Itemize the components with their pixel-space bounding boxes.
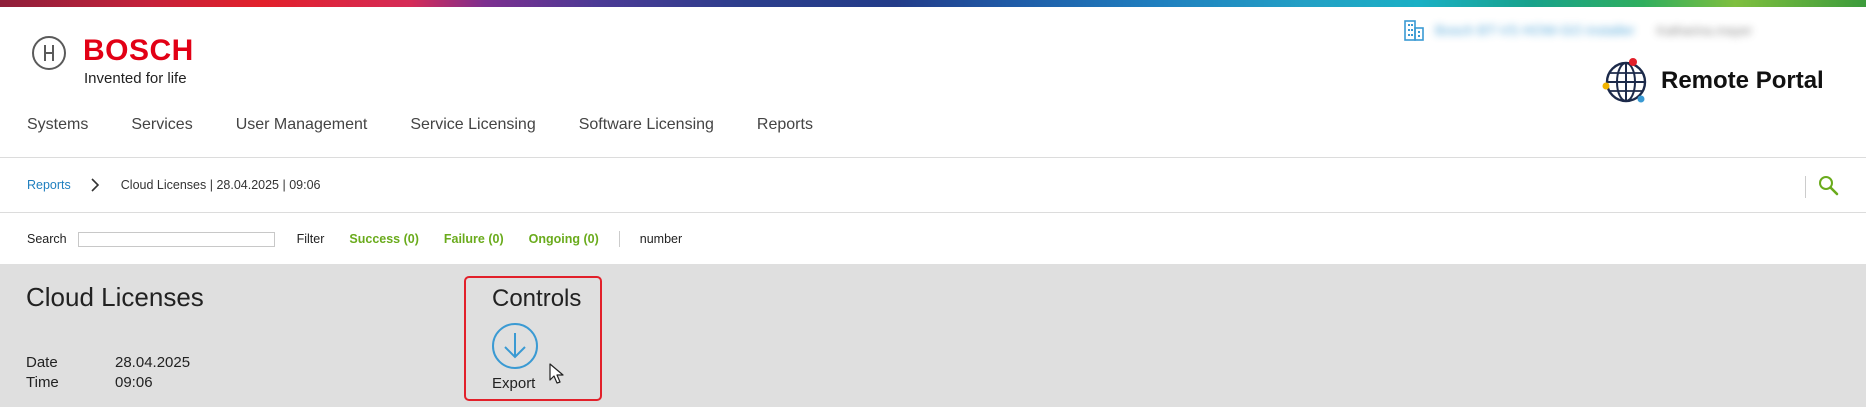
controls-highlight-box: Controls Export <box>464 276 602 401</box>
user-organization[interactable]: Bosch BT-VS HOW-GO installer <box>1435 22 1635 38</box>
logo-wordmark: BOSCH <box>83 34 194 67</box>
report-header-panel: Cloud Licenses Date 28.04.2025 Time 09:0… <box>0 264 1866 407</box>
globe-icon <box>1602 58 1647 103</box>
user-account-area[interactable]: Bosch BT-VS HOW-GO installer Katharina.m… <box>1403 16 1752 44</box>
report-title: Cloud Licenses <box>26 282 204 312</box>
breadcrumb: Reports Cloud Licenses | 28.04.2025 | 09… <box>27 177 320 193</box>
search-input[interactable] <box>77 231 275 247</box>
mouse-cursor-icon <box>549 363 564 384</box>
filter-ongoing[interactable]: Ongoing (0) <box>529 232 599 246</box>
bosch-logo[interactable]: BOSCH Invented for life <box>32 34 202 90</box>
nav-item-systems[interactable]: Systems <box>27 116 88 138</box>
chevron-right-icon <box>91 178 99 192</box>
nav-item-service-licensing[interactable]: Service Licensing <box>410 116 535 138</box>
filter-divider <box>618 231 620 247</box>
nav-divider <box>0 157 1866 158</box>
search-icon[interactable] <box>1816 174 1840 198</box>
user-name[interactable]: Katharina.mayer <box>1657 23 1752 38</box>
date-value: 28.04.2025 <box>115 354 191 371</box>
filter-number[interactable]: number <box>640 232 682 246</box>
nav-item-user-management[interactable]: User Management <box>236 116 368 138</box>
filter-success[interactable]: Success (0) <box>349 232 418 246</box>
nav-item-software-licensing[interactable]: Software Licensing <box>579 116 714 138</box>
meta-row-date: Date 28.04.2025 <box>26 354 190 374</box>
date-label: Date <box>26 354 58 371</box>
logo-tagline: Invented for life <box>84 70 187 87</box>
filter-failure[interactable]: Failure (0) <box>444 232 504 246</box>
time-label: Time <box>26 374 59 391</box>
search-label: Search <box>27 232 67 246</box>
export-button-label[interactable]: Export <box>492 375 535 392</box>
bosch-armature-icon <box>32 36 66 70</box>
time-value: 09:06 <box>115 374 153 391</box>
download-icon[interactable] <box>491 322 539 370</box>
nav-item-services[interactable]: Services <box>131 116 192 138</box>
filter-label: Filter <box>296 232 325 246</box>
brand-color-stripe <box>0 0 1866 7</box>
portal-title: Remote Portal <box>1661 67 1824 94</box>
breadcrumb-current: Cloud Licenses | 28.04.2025 | 09:06 <box>120 178 321 192</box>
nav-item-reports[interactable]: Reports <box>757 116 813 138</box>
portal-brand: Remote Portal <box>1601 56 1824 106</box>
report-meta: Date 28.04.2025 Time 09:06 <box>26 354 190 394</box>
meta-row-time: Time 09:06 <box>26 374 190 394</box>
breadcrumb-divider <box>0 212 1866 213</box>
building-icon <box>1404 20 1424 41</box>
filter-bar: Search Filter Success (0) Failure (0) On… <box>27 230 682 248</box>
controls-title: Controls <box>492 285 582 312</box>
main-navigation: Systems Services User Management Service… <box>27 116 856 138</box>
toolbar-divider <box>1805 176 1806 198</box>
breadcrumb-link-reports[interactable]: Reports <box>27 178 71 192</box>
